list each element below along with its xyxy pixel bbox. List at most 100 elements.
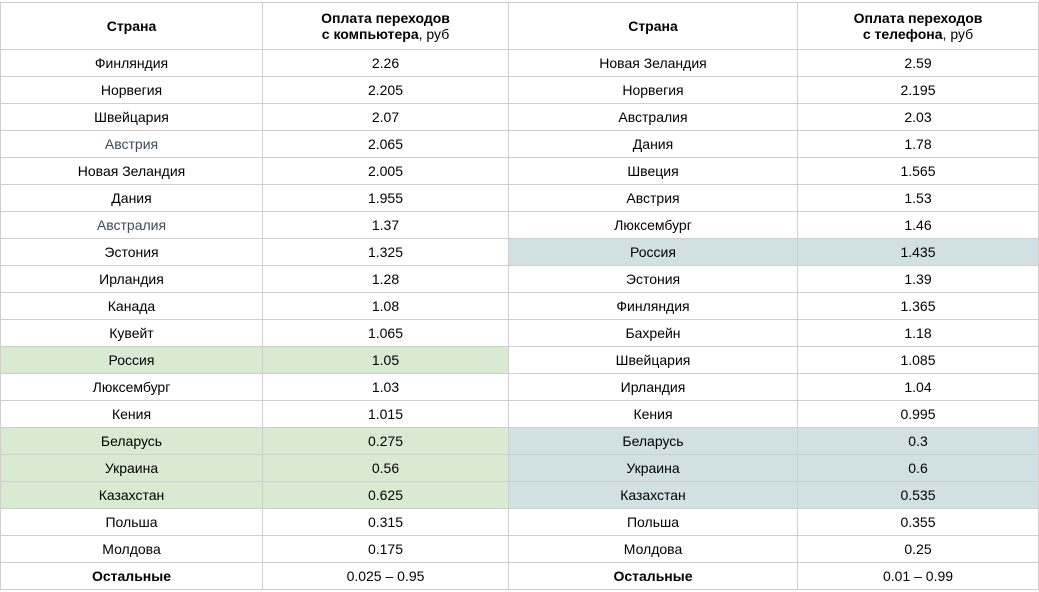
pc-value-cell: 2.005 — [262, 157, 509, 185]
table-row: Норвегия 2.205 Норвегия 2.195 — [0, 76, 1039, 104]
phone-country-cell: Люксембург — [508, 211, 798, 239]
table-body: Финляндия 2.26 Новая Зеландия 2.59 Норвегия 2… — [0, 49, 1039, 563]
pc-country-cell: Эстония — [0, 238, 263, 266]
phone-country-cell: Беларусь — [508, 427, 798, 455]
totals-phone-country: Остальные — [508, 562, 798, 590]
totals-phone-value: 0.01 – 0.99 — [797, 562, 1039, 590]
header-pc-line1: Оплата переходов — [321, 10, 450, 26]
table-row: Молдова 0.175 Молдова 0.25 — [0, 535, 1039, 563]
table-row: Кувейт 1.065 Бахрейн 1.18 — [0, 319, 1039, 347]
header-phone-line2: с телефона — [862, 26, 943, 42]
pc-value-cell: 1.37 — [262, 211, 509, 239]
pc-country-cell: Австралия — [0, 211, 263, 239]
price-table: Страна Оплата переходов с компьютера, ру… — [0, 2, 1039, 590]
phone-country-cell: Норвегия — [508, 76, 798, 104]
totals-pc-country: Остальные — [0, 562, 263, 590]
pc-country-cell: Норвегия — [0, 76, 263, 104]
header-phone-unit: , руб — [942, 26, 974, 42]
header-pc-price: Оплата переходов с компьютера, руб — [262, 2, 509, 50]
pc-country-cell: Кения — [0, 400, 263, 428]
header-row: Страна Оплата переходов с компьютера, ру… — [0, 2, 1039, 50]
pc-country-cell: Новая Зеландия — [0, 157, 263, 185]
pc-country-cell: Россия — [0, 346, 263, 374]
totals-row: Остальные 0.025 – 0.95 Остальные 0.01 – … — [0, 562, 1039, 590]
table-row: Ирландия 1.28 Эстония 1.39 — [0, 265, 1039, 293]
table-row: Дания 1.955 Австрия 1.53 — [0, 184, 1039, 212]
phone-value-cell: 1.46 — [797, 211, 1039, 239]
header-phone-price: Оплата переходов с телефона, руб — [797, 2, 1039, 50]
phone-country-cell: Ирландия — [508, 373, 798, 401]
table-row: Люксембург 1.03 Ирландия 1.04 — [0, 373, 1039, 401]
pc-country-cell: Польша — [0, 508, 263, 536]
phone-country-cell: Австралия — [508, 103, 798, 131]
header-pc-unit: , руб — [418, 26, 450, 42]
pc-value-cell: 2.26 — [262, 49, 509, 77]
phone-country-cell: Бахрейн — [508, 319, 798, 347]
phone-value-cell: 1.04 — [797, 373, 1039, 401]
phone-country-cell: Эстония — [508, 265, 798, 293]
table-row: Беларусь 0.275 Беларусь 0.3 — [0, 427, 1039, 455]
table-row: Канада 1.08 Финляндия 1.365 — [0, 292, 1039, 320]
phone-country-cell: Швейцария — [508, 346, 798, 374]
header-country-pc: Страна — [0, 2, 263, 50]
pc-value-cell: 1.065 — [262, 319, 509, 347]
phone-country-cell: Украина — [508, 454, 798, 482]
phone-value-cell: 0.3 — [797, 427, 1039, 455]
pc-value-cell: 0.175 — [262, 535, 509, 563]
phone-value-cell: 0.6 — [797, 454, 1039, 482]
pc-country-cell: Финляндия — [0, 49, 263, 77]
pc-value-cell: 0.625 — [262, 481, 509, 509]
table-row: Австралия 1.37 Люксембург 1.46 — [0, 211, 1039, 239]
pc-value-cell: 2.07 — [262, 103, 509, 131]
phone-country-cell: Швеция — [508, 157, 798, 185]
pc-value-cell: 0.275 — [262, 427, 509, 455]
phone-country-cell: Польша — [508, 508, 798, 536]
pc-value-cell: 1.28 — [262, 265, 509, 293]
phone-country-cell: Казахстан — [508, 481, 798, 509]
pc-value-cell: 1.015 — [262, 400, 509, 428]
pc-value-cell: 1.08 — [262, 292, 509, 320]
phone-value-cell: 2.59 — [797, 49, 1039, 77]
header-phone-line1: Оплата переходов — [853, 10, 983, 26]
phone-value-cell: 1.435 — [797, 238, 1039, 266]
phone-value-cell: 1.78 — [797, 130, 1039, 158]
phone-value-cell: 0.355 — [797, 508, 1039, 536]
table-row: Эстония 1.325 Россия 1.435 — [0, 238, 1039, 266]
phone-value-cell: 2.195 — [797, 76, 1039, 104]
phone-value-cell: 1.085 — [797, 346, 1039, 374]
pc-value-cell: 1.05 — [262, 346, 509, 374]
phone-value-cell: 1.53 — [797, 184, 1039, 212]
table-row: Кения 1.015 Кения 0.995 — [0, 400, 1039, 428]
pc-country-cell: Казахстан — [0, 481, 263, 509]
phone-value-cell: 0.995 — [797, 400, 1039, 428]
pc-country-cell: Ирландия — [0, 265, 263, 293]
pc-country-cell: Кувейт — [0, 319, 263, 347]
table-row: Украина 0.56 Украина 0.6 — [0, 454, 1039, 482]
phone-country-cell: Австрия — [508, 184, 798, 212]
header-pc-line2: с компьютера — [321, 26, 419, 42]
header-country-phone: Страна — [508, 2, 798, 50]
pc-country-cell: Швейцария — [0, 103, 263, 131]
table-row: Новая Зеландия 2.005 Швеция 1.565 — [0, 157, 1039, 185]
table-row: Россия 1.05 Швейцария 1.085 — [0, 346, 1039, 374]
phone-country-cell: Россия — [508, 238, 798, 266]
pc-value-cell: 2.205 — [262, 76, 509, 104]
pc-value-cell: 2.065 — [262, 130, 509, 158]
pc-value-cell: 1.03 — [262, 373, 509, 401]
table-row: Казахстан 0.625 Казахстан 0.535 — [0, 481, 1039, 509]
phone-country-cell: Новая Зеландия — [508, 49, 798, 77]
pc-value-cell: 0.56 — [262, 454, 509, 482]
table-row: Австрия 2.065 Дания 1.78 — [0, 130, 1039, 158]
phone-value-cell: 1.39 — [797, 265, 1039, 293]
phone-value-cell: 0.535 — [797, 481, 1039, 509]
phone-country-cell: Дания — [508, 130, 798, 158]
phone-value-cell: 0.25 — [797, 535, 1039, 563]
pc-value-cell: 1.325 — [262, 238, 509, 266]
pc-country-cell: Беларусь — [0, 427, 263, 455]
pc-value-cell: 1.955 — [262, 184, 509, 212]
pc-country-cell: Люксембург — [0, 373, 263, 401]
pc-value-cell: 0.315 — [262, 508, 509, 536]
pc-country-cell: Австрия — [0, 130, 263, 158]
phone-value-cell: 1.365 — [797, 292, 1039, 320]
phone-value-cell: 1.18 — [797, 319, 1039, 347]
